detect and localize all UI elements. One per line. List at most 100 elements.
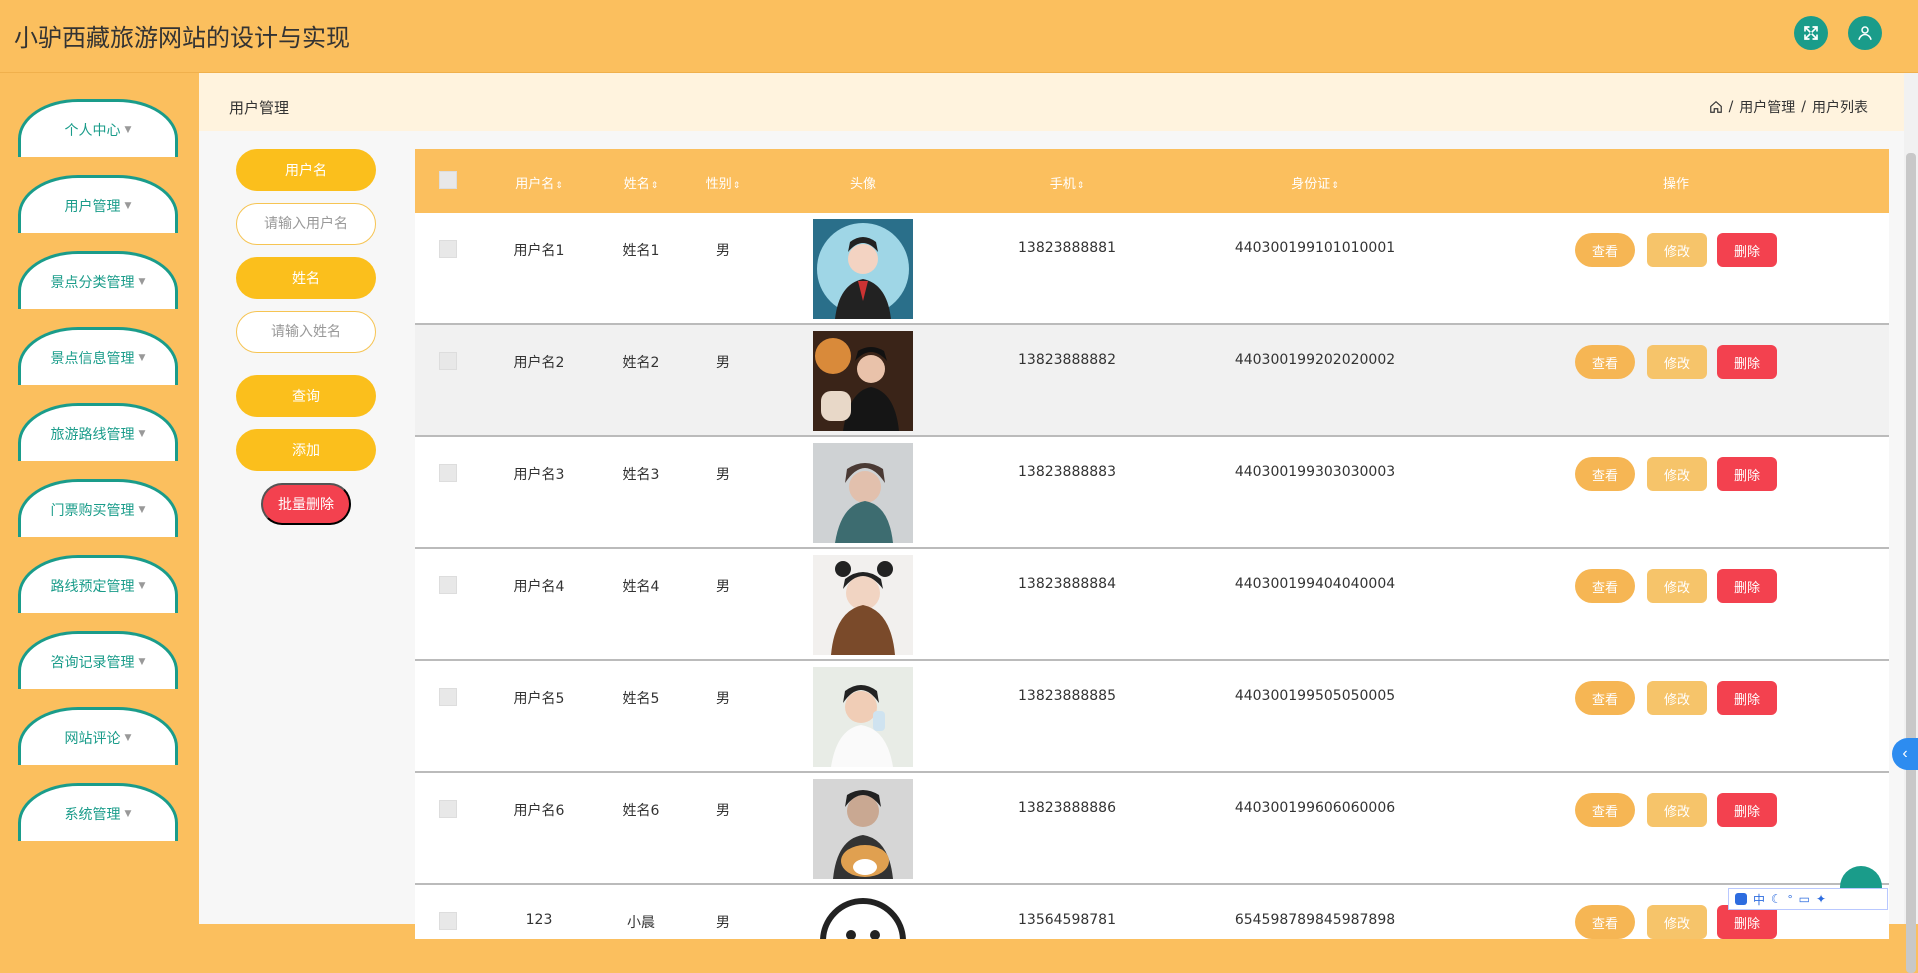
view-button[interactable]: 查看 [1575,681,1635,715]
username-label: 用户名 [236,149,376,191]
edit-button[interactable]: 修改 [1647,345,1707,379]
name-input[interactable] [236,311,376,353]
sidebar-item-personal-center[interactable]: 个人中心 ▼ [18,99,178,157]
sidebar-item-system-management[interactable]: 系统管理 ▼ [18,783,178,841]
sidebar-item-route-booking[interactable]: 路线预定管理 ▼ [18,555,178,613]
view-button[interactable]: 查看 [1575,905,1635,939]
cell-phone: 13823888882 [1018,352,1116,368]
breadcrumb: / 用户管理 / 用户列表 [1709,97,1868,117]
cell-gender: 男 [716,243,730,259]
cell-id-card: 440300199606060006 [1234,800,1396,816]
breadcrumb-user-management[interactable]: 用户管理 [1739,97,1795,117]
chevron-left-icon: ‹ [1902,745,1908,762]
edit-button[interactable]: 修改 [1647,793,1707,827]
user-avatar [813,443,913,543]
col-gender[interactable]: 性别⇕ [706,173,741,192]
user-avatar [813,891,913,939]
user-avatar [813,555,913,655]
row-checkbox[interactable] [439,688,457,706]
view-button[interactable]: 查看 [1575,793,1635,827]
user-avatar [813,219,913,319]
cell-name: 姓名4 [622,579,660,595]
caret-down-icon: ▼ [138,428,146,439]
edit-button[interactable]: 修改 [1647,233,1707,267]
view-button[interactable]: 查看 [1575,345,1635,379]
delete-button[interactable]: 删除 [1717,905,1777,939]
sidebar-item-scenic-info[interactable]: 景点信息管理 ▼ [18,327,178,385]
select-all-checkbox[interactable] [439,171,457,189]
view-button[interactable]: 查看 [1575,457,1635,491]
user-menu-button[interactable] [1848,16,1882,50]
view-button[interactable]: 查看 [1575,569,1635,603]
moon-icon[interactable]: ☾ [1771,892,1782,906]
col-id-card[interactable]: 身份证⇕ [1291,173,1339,192]
delete-button[interactable]: 删除 [1717,457,1777,491]
table-row: 用户名2 姓名2 男 13823888882 44030019920202000… [415,325,1889,437]
username-input[interactable] [236,203,376,245]
delete-button[interactable]: 删除 [1717,569,1777,603]
row-checkbox[interactable] [439,352,457,370]
scrollbar-thumb[interactable] [1906,153,1916,973]
cell-gender: 男 [716,803,730,819]
delete-button[interactable]: 删除 [1717,681,1777,715]
sort-icon: ⇕ [555,181,563,191]
edit-button[interactable]: 修改 [1647,569,1707,603]
collapse-panel-button[interactable]: ‹ [1892,738,1918,770]
user-icon [1858,26,1872,40]
col-actions: 操作 [1662,177,1690,192]
ime-toolbar[interactable]: 中 ☾ ° ▭ ✦ [1728,888,1888,910]
col-username[interactable]: 用户名⇕ [515,173,563,192]
row-checkbox[interactable] [439,800,457,818]
sidebar-item-site-comments[interactable]: 网站评论 ▼ [18,707,178,765]
query-button[interactable]: 查询 [236,375,376,417]
caret-down-icon: ▼ [138,656,146,667]
col-name[interactable]: 姓名⇕ [624,173,659,192]
delete-button[interactable]: 删除 [1717,793,1777,827]
cell-name: 小晨 [627,915,655,931]
edit-button[interactable]: 修改 [1647,457,1707,491]
home-icon[interactable] [1709,100,1723,114]
settings-icon[interactable]: ✦ [1816,892,1826,906]
cell-id-card: 440300199202020002 [1234,352,1396,368]
sidebar-item-scenic-category[interactable]: 景点分类管理 ▼ [18,251,178,309]
cell-gender: 男 [716,579,730,595]
ime-logo-icon [1735,893,1747,905]
cell-name: 姓名1 [622,243,660,259]
main-content: 用户管理 / 用户管理 / 用户列表 用户名 姓名 查询 添加 批量删除 用户名… [199,73,1904,939]
row-checkbox[interactable] [439,576,457,594]
fullscreen-icon [1804,26,1818,40]
col-phone[interactable]: 手机⇕ [1050,173,1085,192]
cell-phone: 13823888884 [1018,576,1116,592]
user-avatar [813,667,913,767]
sidebar: 个人中心 ▼ 用户管理 ▼ 景点分类管理 ▼ 景点信息管理 ▼ 旅游路线管理 ▼ 门票购买… [0,73,199,924]
delete-button[interactable]: 删除 [1717,233,1777,267]
col-avatar: 头像 [849,177,877,192]
keyboard-icon[interactable]: ▭ [1799,892,1810,906]
cell-username: 123 [525,912,553,928]
page-scrollbar[interactable] [1904,73,1918,973]
sidebar-item-user-management[interactable]: 用户管理 ▼ [18,175,178,233]
add-button[interactable]: 添加 [236,429,376,471]
sort-icon: ⇕ [650,181,659,191]
row-checkbox[interactable] [439,240,457,258]
table-header: 用户名⇕ 姓名⇕ 性别⇕ 头像 手机⇕ 身份证⇕ 操作 [415,149,1889,213]
fullscreen-button[interactable] [1794,16,1828,50]
row-checkbox[interactable] [439,912,457,930]
punctuation-icon[interactable]: ° [1788,892,1793,906]
delete-button[interactable]: 删除 [1717,345,1777,379]
row-checkbox[interactable] [439,464,457,482]
user-avatar [813,779,913,879]
sidebar-item-consult-records[interactable]: 咨询记录管理 ▼ [18,631,178,689]
table-row: 123 小晨 男 13564598781 654598789845987898 … [415,885,1889,939]
caret-down-icon: ▼ [138,580,146,591]
page-title: 用户管理 [229,99,290,117]
edit-button[interactable]: 修改 [1647,681,1707,715]
sidebar-item-travel-route[interactable]: 旅游路线管理 ▼ [18,403,178,461]
cell-id-card: 440300199505050005 [1234,688,1396,704]
cell-name: 姓名6 [622,803,660,819]
edit-button[interactable]: 修改 [1647,905,1707,939]
ime-lang-indicator[interactable]: 中 [1753,891,1765,908]
sidebar-item-ticket-purchase[interactable]: 门票购买管理 ▼ [18,479,178,537]
view-button[interactable]: 查看 [1575,233,1635,267]
batch-delete-button[interactable]: 批量删除 [261,483,351,525]
